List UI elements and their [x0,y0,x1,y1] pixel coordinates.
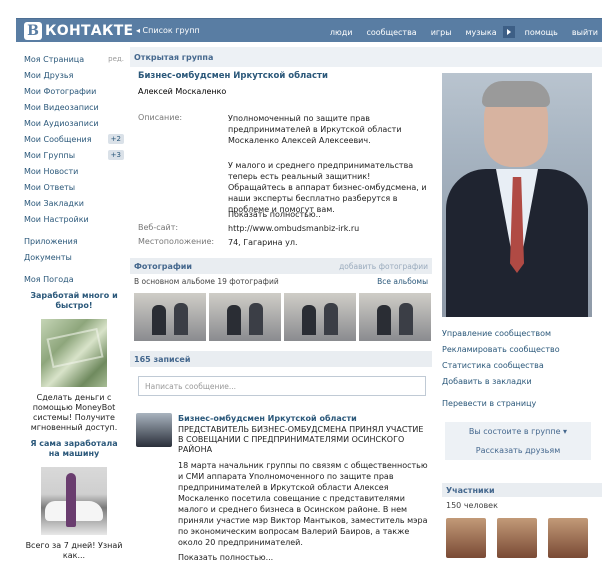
sidebar-item-my-page[interactable]: Моя Страница ред. [24,51,124,67]
play-icon[interactable] [502,26,515,38]
nav-games[interactable]: игры [431,28,452,37]
photo-thumb[interactable] [134,293,206,341]
sidebar-item-friends[interactable]: Мои Друзья [24,67,124,83]
sidebar-item-weather[interactable]: Моя Погода [24,271,124,287]
right-actions: Управление сообществом Рекламировать соо… [442,325,602,411]
sidebar-item-label: Мои Сообщения [24,134,92,144]
sidebar-item-bookmarks[interactable]: Мои Закладки [24,195,124,211]
photos-title[interactable]: Фотографии [134,262,192,271]
sidebar-item-groups[interactable]: Мои Группы +3 [24,147,124,163]
post-headline: ПРЕДСТАВИТЕЛЬ БИЗНЕС-ОМБУДСМЕНА ПРИНЯЛ У… [178,425,424,454]
sidebar-item-label: Мои Видеозаписи [24,102,99,112]
edit-link[interactable]: ред. [108,55,124,63]
sidebar-item-label: Мои Аудиозаписи [24,118,99,128]
sidebar-item-label: Мои Новости [24,166,79,176]
photos-subtitle-row: В основном альбоме 19 фотографий Все аль… [134,277,428,286]
post-show-more-link[interactable]: Показать полностью... [178,552,428,561]
description-label: Описание: [138,113,183,122]
sidebar-item-apps[interactable]: Приложения [24,233,124,249]
convert-to-page-link[interactable]: Перевести в страницу [442,395,602,411]
sidebar-item-photos[interactable]: Мои Фотографии [24,83,124,99]
wall-post-input[interactable]: Написать сообщение... [138,376,426,396]
sidebar-item-label: Мои Фотографии [24,86,97,96]
location-value: 74, Гагарина ул. [228,238,298,247]
community-stats-link[interactable]: Статистика сообщества [442,357,602,373]
sidebar-item-messages[interactable]: Мои Сообщения +2 [24,131,124,147]
members-header[interactable]: Участники [442,483,602,497]
groups-badge: +3 [107,150,124,160]
top-nav: люди сообщества игры музыка помощь выйти [330,26,598,38]
photos-count-text: В основном альбоме 19 фотографий [134,277,279,286]
ad-image-money[interactable] [41,319,107,387]
website-label: Веб-сайт: [138,223,179,232]
group-name: Бизнес-омбудсмен Иркутской области [138,71,328,81]
sidebar-item-videos[interactable]: Мои Видеозаписи [24,99,124,115]
post-author-name[interactable]: Бизнес-омбудсмен Иркутской области [178,414,357,423]
membership-box: Вы состоите в группе ▾ Рассказать друзья… [445,422,591,460]
sidebar-item-label: Мои Закладки [24,198,84,208]
member-avatar[interactable] [497,518,537,558]
post-body: 18 марта начальник группы по связям с об… [178,461,428,547]
photos-section-header: Фотографии добавить фотографии [130,258,432,274]
logo-letter: В [24,22,42,40]
top-bar: В КОНТАКТЕ ◂ Список групп люди сообществ… [16,18,602,42]
group-main: Открытая группа Бизнес-омбудсмен Иркутск… [130,47,602,561]
photo-thumb[interactable] [284,293,356,341]
membership-dropdown[interactable]: Вы состоите в группе ▾ [445,422,591,441]
members-count[interactable]: 150 человек [446,501,498,510]
nav-communities[interactable]: сообщества [366,28,416,37]
ad-title-car[interactable]: Я сама заработала на машину [24,439,124,459]
sidebar-item-docs[interactable]: Документы [24,249,124,265]
all-albums-link[interactable]: Все альбомы [377,277,428,286]
photo-thumb[interactable] [359,293,431,341]
show-more-link[interactable]: Показать полностью.. [228,209,428,220]
ad-title-money[interactable]: Заработай много и быстро! [24,291,124,311]
post-author-avatar[interactable] [136,413,172,447]
description-text-2: У малого и среднего предпринимательства … [228,161,427,214]
sidebar-item-label: Мои Друзья [24,70,74,80]
left-sidebar: Моя Страница ред. Мои Друзья Мои Фотограф… [24,51,124,561]
manage-community-link[interactable]: Управление сообществом [442,325,602,341]
back-to-groups-link[interactable]: ◂ Список групп [136,26,200,35]
website-link[interactable]: http://www.ombudsmanbiz-irk.ru [228,223,428,234]
group-author[interactable]: Алексей Москаленко [138,87,226,96]
ad-image-car[interactable] [41,467,107,535]
member-avatar[interactable] [548,518,588,558]
nav-help[interactable]: помощь [525,28,558,37]
group-type-header: Открытая группа [130,47,602,67]
nav-people[interactable]: люди [330,28,353,37]
add-bookmark-link[interactable]: Добавить в закладки [442,373,602,389]
ad-text-money[interactable]: Сделать деньги с помощью MoneyBot систем… [24,393,124,433]
sidebar-item-audio[interactable]: Мои Аудиозаписи [24,115,124,131]
tell-friends-button[interactable]: Рассказать друзьям [445,441,591,460]
logo-text: КОНТАКТЕ [45,23,134,39]
wall-count[interactable]: 165 записей [134,355,190,364]
group-avatar-photo[interactable] [442,73,592,317]
member-avatar[interactable] [446,518,486,558]
vk-logo[interactable]: В КОНТАКТЕ [24,21,133,41]
messages-badge: +2 [107,134,124,144]
sidebar-item-settings[interactable]: Мои Настройки [24,211,124,227]
description-text-1: Уполномоченный по защите прав предприним… [228,114,402,145]
wall-section-header: 165 записей [130,351,432,367]
sidebar-item-label: Моя Страница [24,54,85,64]
photo-thumbnails [134,293,434,341]
nav-logout[interactable]: выйти [572,28,598,37]
photo-thumb[interactable] [209,293,281,341]
advertise-community-link[interactable]: Рекламировать сообщество [442,341,602,357]
sidebar-item-label: Мои Настройки [24,214,89,224]
ad-text-car[interactable]: Всего за 7 дней! Узнай как... [24,541,124,561]
nav-music[interactable]: музыка [466,28,497,37]
sidebar-item-news[interactable]: Мои Новости [24,163,124,179]
sidebar-item-label: Мои Группы [24,150,76,160]
location-label: Местоположение: [138,237,215,246]
sidebar-item-answers[interactable]: Мои Ответы [24,179,124,195]
add-photos-link[interactable]: добавить фотографии [339,262,428,271]
sidebar-item-label: Мои Ответы [24,182,76,192]
